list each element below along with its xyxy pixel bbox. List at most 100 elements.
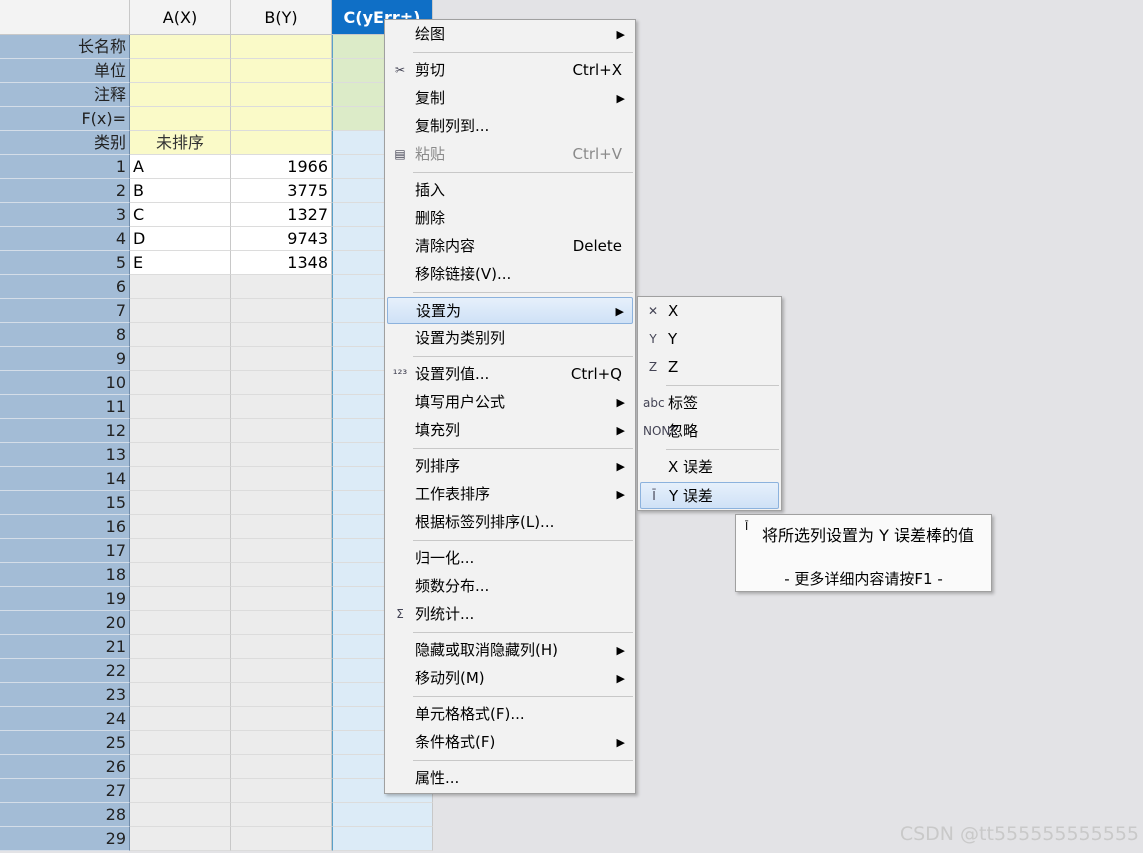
table-cell[interactable]: 3775 [231, 179, 332, 203]
table-cell[interactable] [231, 755, 332, 779]
menu-item[interactable]: ¹²³ 设置列值... Ctrl+Q [387, 361, 633, 388]
meta-cell[interactable] [130, 59, 231, 83]
menu-item[interactable]: 复制 ▶ [387, 85, 633, 112]
menu-item[interactable]: 频数分布... [387, 573, 633, 600]
table-cell[interactable] [130, 611, 231, 635]
row-number[interactable]: 9 [0, 347, 130, 371]
row-number[interactable]: 20 [0, 611, 130, 635]
row-number[interactable]: 16 [0, 515, 130, 539]
row-number[interactable]: 17 [0, 539, 130, 563]
table-cell[interactable] [332, 827, 433, 851]
table-cell[interactable] [130, 635, 231, 659]
table-cell[interactable] [130, 371, 231, 395]
row-number[interactable]: 29 [0, 827, 130, 851]
table-cell[interactable] [130, 347, 231, 371]
menu-item[interactable]: 移除链接(V)... [387, 261, 633, 288]
row-number[interactable]: 5 [0, 251, 130, 275]
row-number[interactable]: 12 [0, 419, 130, 443]
table-cell[interactable] [130, 587, 231, 611]
menu-item[interactable]: 隐藏或取消隐藏列(H) ▶ [387, 637, 633, 664]
table-cell[interactable] [130, 659, 231, 683]
menu-item[interactable]: ✂ 剪切 Ctrl+X [387, 57, 633, 84]
table-cell[interactable] [231, 707, 332, 731]
menu-item[interactable]: 绘图 ▶ [387, 21, 633, 48]
table-cell[interactable] [332, 803, 433, 827]
table-cell[interactable]: D [130, 227, 231, 251]
menu-item[interactable]: 清除内容 Delete [387, 233, 633, 260]
meta-cell[interactable] [231, 83, 332, 107]
menu-item[interactable]: 复制列到... [387, 113, 633, 140]
table-cell[interactable] [231, 779, 332, 803]
row-number[interactable]: 22 [0, 659, 130, 683]
menu-item[interactable]: 归一化... [387, 545, 633, 572]
table-cell[interactable] [130, 731, 231, 755]
table-cell[interactable] [130, 419, 231, 443]
table-cell[interactable]: C [130, 203, 231, 227]
row-number[interactable]: 28 [0, 803, 130, 827]
table-cell[interactable] [231, 611, 332, 635]
table-cell[interactable] [130, 755, 231, 779]
menu-item[interactable]: abc 标签 [640, 390, 779, 417]
menu-item[interactable]: 根据标签列排序(L)... [387, 509, 633, 536]
table-cell[interactable] [231, 731, 332, 755]
menu-item[interactable]: 工作表排序 ▶ [387, 481, 633, 508]
table-cell[interactable] [231, 659, 332, 683]
menu-item[interactable]: YY [640, 326, 779, 353]
menu-item[interactable]: 移动列(M) ▶ [387, 665, 633, 692]
table-cell[interactable] [231, 299, 332, 323]
row-number[interactable]: 8 [0, 323, 130, 347]
table-cell[interactable] [231, 635, 332, 659]
row-number[interactable]: 18 [0, 563, 130, 587]
row-number[interactable]: 11 [0, 395, 130, 419]
row-number[interactable]: 13 [0, 443, 130, 467]
column-header-b[interactable]: B(Y) [231, 0, 332, 35]
menu-item[interactable]: 填充列 ▶ [387, 417, 633, 444]
meta-cell[interactable] [231, 59, 332, 83]
menu-item[interactable]: 设置为类别列 [387, 325, 633, 352]
row-number[interactable]: 14 [0, 467, 130, 491]
table-cell[interactable] [130, 491, 231, 515]
row-number[interactable]: 27 [0, 779, 130, 803]
table-cell[interactable] [130, 707, 231, 731]
table-cell[interactable] [231, 395, 332, 419]
table-cell[interactable] [130, 443, 231, 467]
table-cell[interactable] [130, 539, 231, 563]
table-cell[interactable] [130, 323, 231, 347]
table-cell[interactable]: 1966 [231, 155, 332, 179]
table-cell[interactable] [130, 275, 231, 299]
table-cell[interactable]: 1327 [231, 203, 332, 227]
menu-item[interactable]: 删除 [387, 205, 633, 232]
meta-cell[interactable] [130, 107, 231, 131]
row-number[interactable]: 25 [0, 731, 130, 755]
menu-item[interactable]: Ī Y 误差 [640, 482, 779, 509]
menu-item[interactable]: 插入 [387, 177, 633, 204]
table-cell[interactable] [130, 515, 231, 539]
row-number[interactable]: 19 [0, 587, 130, 611]
table-cell[interactable] [231, 515, 332, 539]
table-cell[interactable] [231, 443, 332, 467]
row-number[interactable]: 23 [0, 683, 130, 707]
row-number[interactable]: 26 [0, 755, 130, 779]
corner-cell[interactable] [0, 0, 130, 35]
row-number[interactable]: 7 [0, 299, 130, 323]
menu-item[interactable]: 填写用户公式 ▶ [387, 389, 633, 416]
table-cell[interactable] [130, 299, 231, 323]
meta-cell[interactable]: 未排序 [130, 131, 231, 155]
table-cell[interactable] [231, 371, 332, 395]
table-cell[interactable] [130, 779, 231, 803]
table-cell[interactable] [231, 827, 332, 851]
row-number[interactable]: 15 [0, 491, 130, 515]
menu-item[interactable]: ✕ X [640, 298, 779, 325]
table-cell[interactable] [231, 539, 332, 563]
table-cell[interactable] [130, 467, 231, 491]
menu-item[interactable]: ZZ [640, 354, 779, 381]
meta-cell[interactable] [231, 131, 332, 155]
table-cell[interactable] [231, 323, 332, 347]
table-cell[interactable] [231, 419, 332, 443]
menu-item[interactable]: 属性... [387, 765, 633, 792]
table-cell[interactable]: B [130, 179, 231, 203]
row-number[interactable]: 21 [0, 635, 130, 659]
menu-item[interactable]: 条件格式(F) ▶ [387, 729, 633, 756]
table-cell[interactable] [231, 563, 332, 587]
table-cell[interactable] [231, 803, 332, 827]
